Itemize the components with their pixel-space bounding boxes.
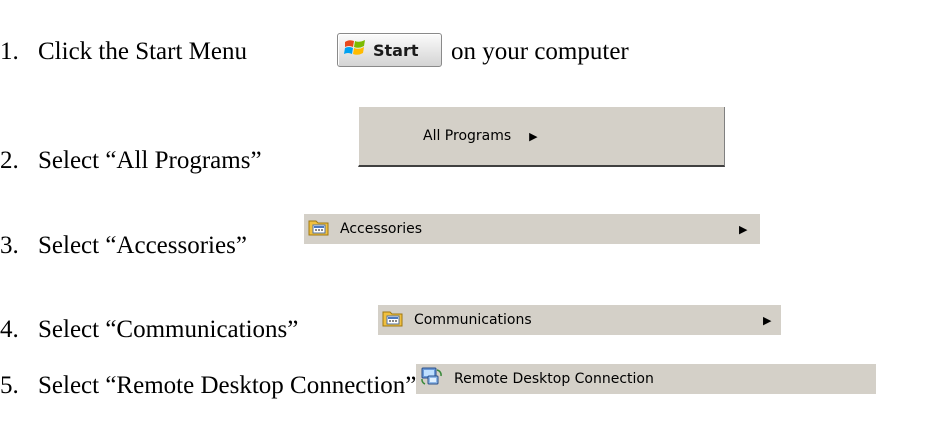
- start-label: Start: [373, 40, 419, 60]
- step-text-after: on your computer: [451, 38, 629, 65]
- submenu-arrow-icon: ▶: [529, 129, 538, 143]
- communications-menu-item[interactable]: Communications ▶: [378, 305, 781, 335]
- submenu-arrow-icon: ▶: [739, 222, 748, 236]
- step-3: 3. Select “Accessories”: [0, 232, 247, 260]
- all-programs-label: All Programs: [423, 128, 512, 144]
- step-1: 1. Click the Start Menu: [0, 38, 247, 66]
- step-5: 5. Select “Remote Desktop Connection”: [0, 372, 416, 400]
- submenu-arrow-icon: ▶: [763, 313, 772, 327]
- windows-logo-icon: [343, 36, 367, 65]
- step-text: Select “Remote Desktop Connection”: [38, 372, 417, 399]
- remote-desktop-icon: [420, 366, 444, 392]
- step-text: Select “All Programs”: [38, 147, 262, 174]
- program-folder-icon: [308, 217, 330, 241]
- program-folder-icon: [382, 308, 404, 332]
- step-number: 3.: [0, 232, 19, 259]
- step-4: 4. Select “Communications”: [0, 316, 298, 344]
- step-text: Select “Accessories”: [38, 232, 247, 259]
- step-1-suffix: on your computer: [451, 38, 629, 66]
- step-number: 2.: [0, 147, 19, 174]
- accessories-label: Accessories: [340, 221, 423, 237]
- step-number: 4.: [0, 316, 19, 343]
- step-number: 5.: [0, 372, 19, 399]
- all-programs-menu-item[interactable]: All Programs ▶: [358, 107, 725, 167]
- step-2: 2. Select “All Programs”: [0, 147, 262, 175]
- remote-desktop-label: Remote Desktop Connection: [454, 371, 654, 387]
- step-text: Click the Start Menu: [38, 38, 247, 65]
- remote-desktop-menu-item[interactable]: Remote Desktop Connection: [416, 364, 876, 394]
- step-text: Select “Communications”: [38, 316, 299, 343]
- start-button[interactable]: Start: [337, 33, 442, 67]
- step-number: 1.: [0, 38, 19, 65]
- communications-label: Communications: [414, 312, 532, 328]
- accessories-menu-item[interactable]: Accessories ▶: [304, 214, 760, 244]
